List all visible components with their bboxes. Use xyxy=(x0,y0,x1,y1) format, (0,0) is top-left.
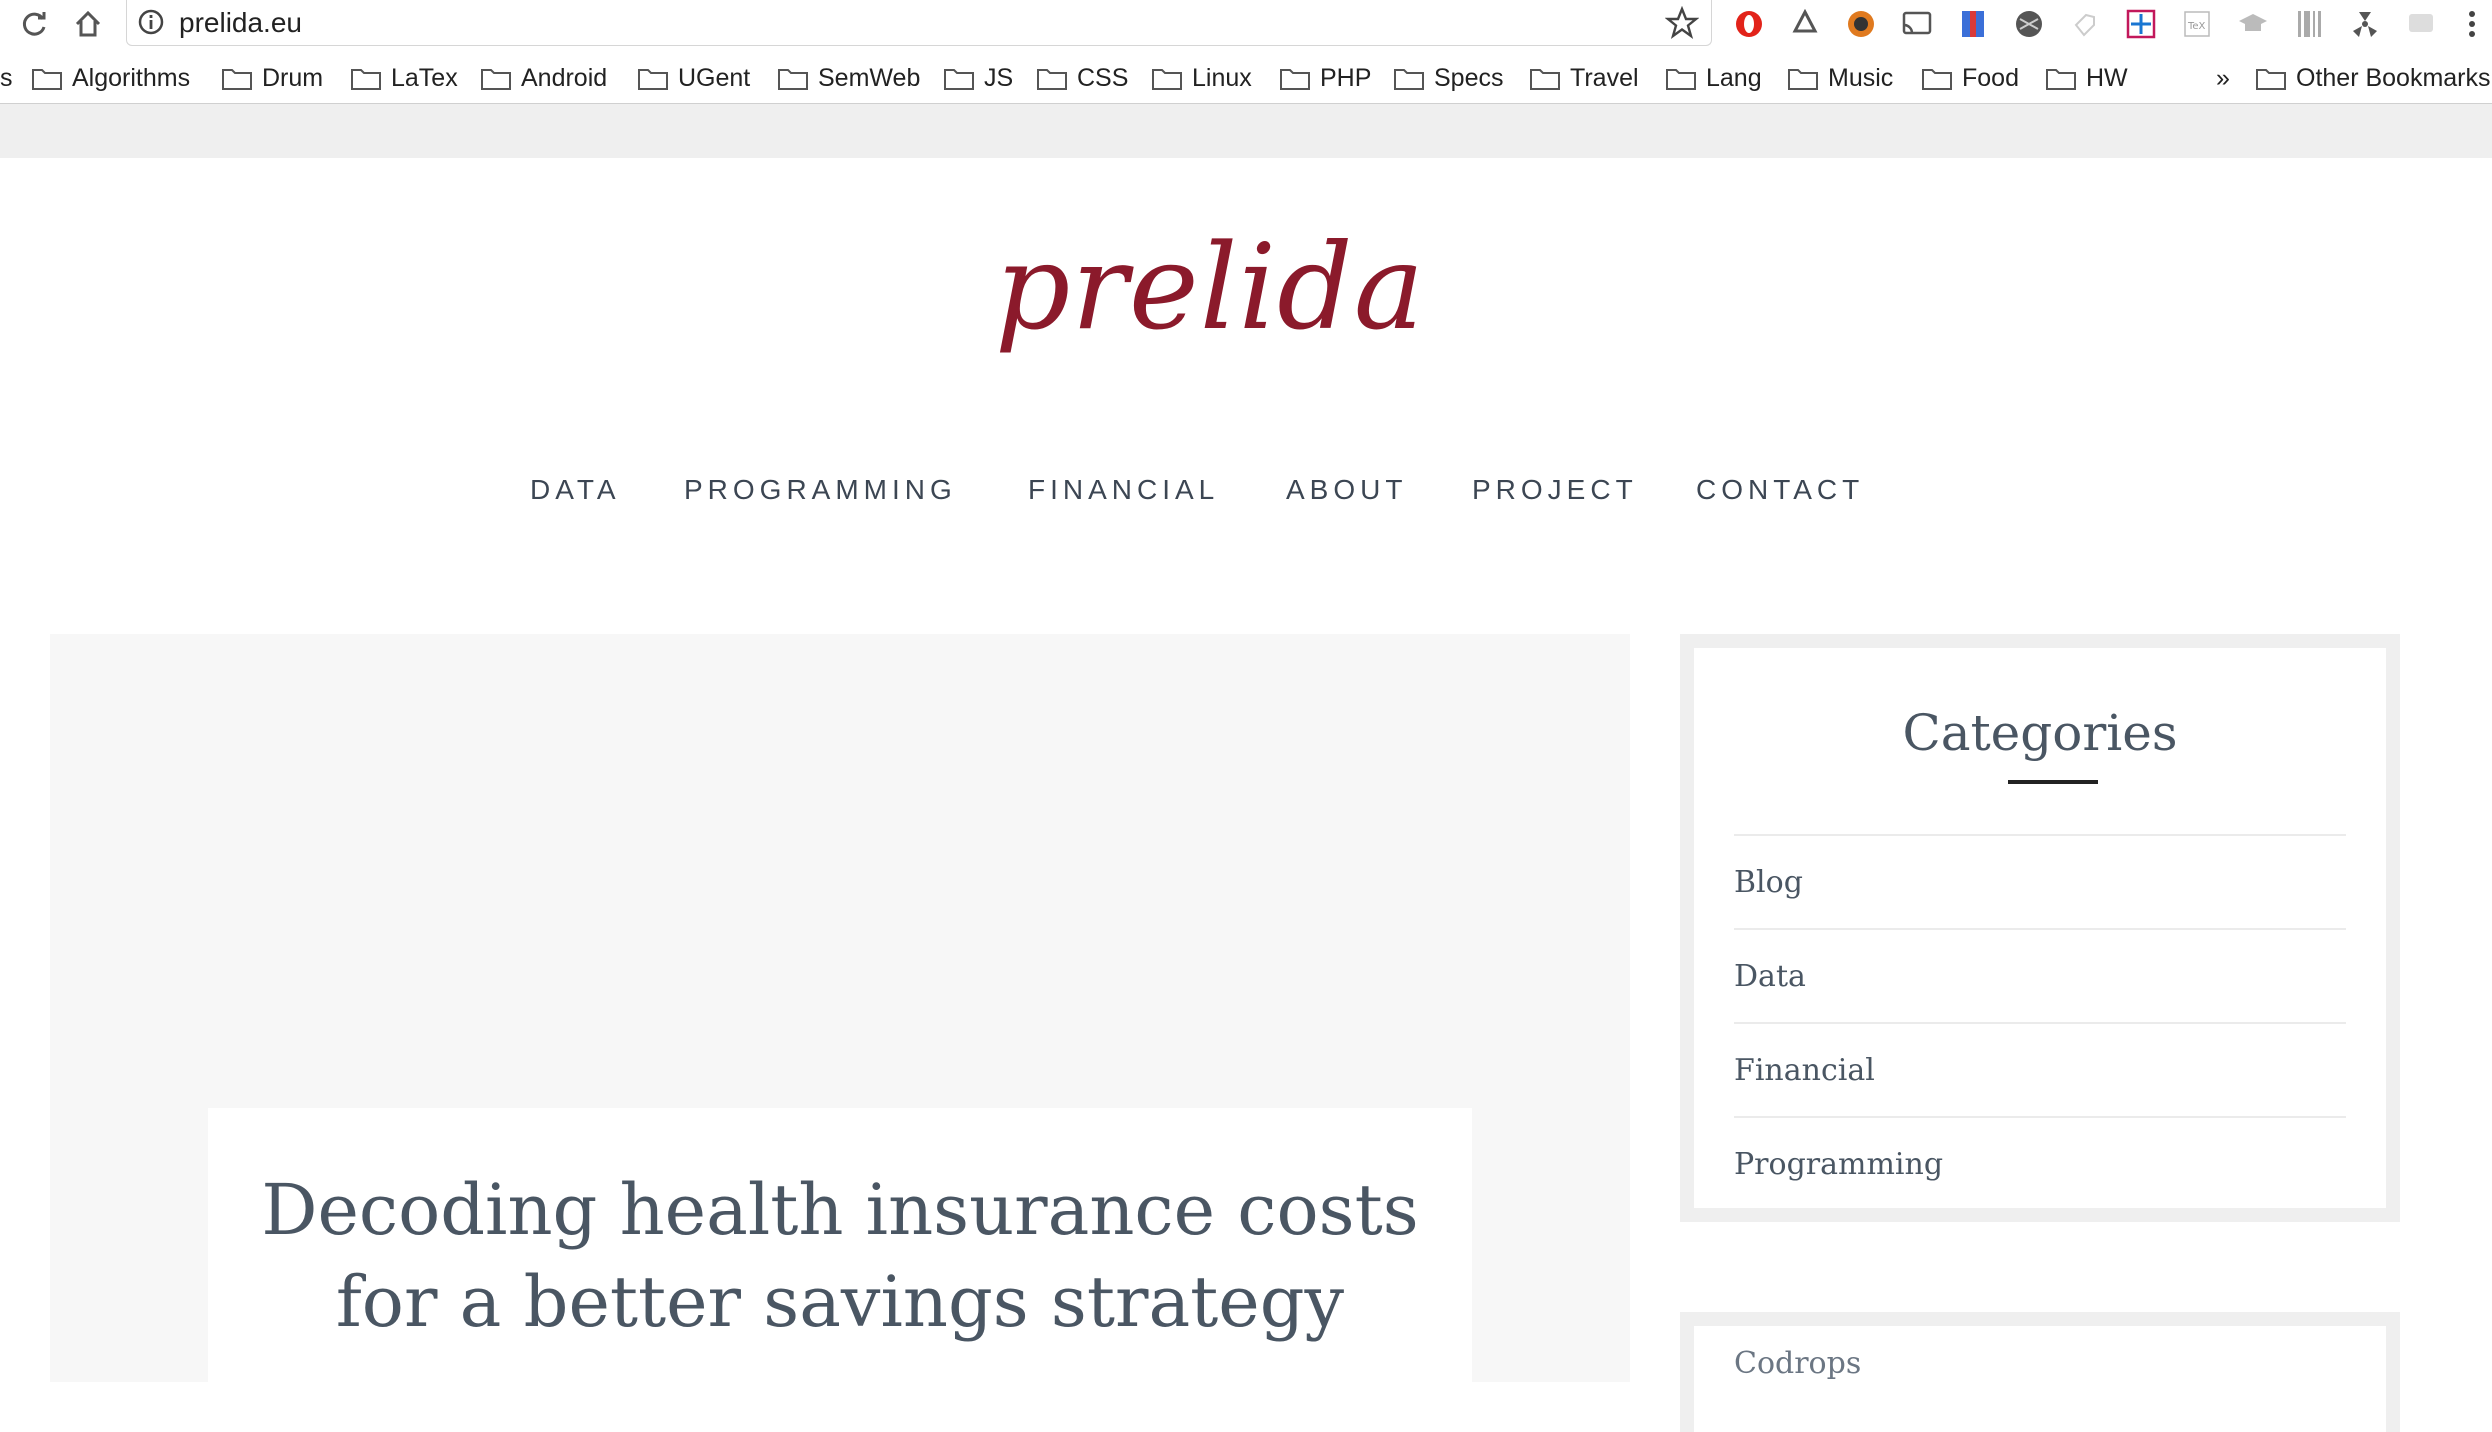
bookmark-folder[interactable]: Drum xyxy=(222,56,323,100)
category-blog[interactable]: Blog xyxy=(1734,834,2346,928)
barcode-icon[interactable] xyxy=(2292,7,2326,41)
bookmarks-more-chevron[interactable]: » xyxy=(2216,56,2230,100)
nav-about[interactable]: ABOUT xyxy=(1286,474,1407,506)
bookmark-star-icon[interactable] xyxy=(1664,5,1700,40)
home-icon[interactable] xyxy=(68,4,108,44)
info-icon[interactable] xyxy=(137,8,165,36)
folder-icon xyxy=(1922,69,1952,90)
title-underline xyxy=(2008,780,2098,784)
nav-financial[interactable]: FINANCIAL xyxy=(1028,474,1219,506)
bookmark-folder[interactable]: Algorithms xyxy=(32,56,190,100)
bookmark-folder[interactable]: Lang xyxy=(1666,56,1762,100)
bookmark-overflow-left[interactable]: s xyxy=(0,56,13,100)
folder-icon xyxy=(638,69,668,90)
tex-icon[interactable]: TeX xyxy=(2180,7,2214,41)
folder-icon xyxy=(778,69,808,90)
folder-icon xyxy=(2256,69,2286,90)
opera-ext-icon[interactable] xyxy=(1732,7,1766,41)
folder-icon xyxy=(1280,69,1310,90)
menu-kebab-icon[interactable] xyxy=(2462,6,2482,42)
bookmark-folder[interactable]: Linux xyxy=(1152,56,1252,100)
folder-icon xyxy=(222,69,252,90)
folder-icon xyxy=(1788,69,1818,90)
category-financial[interactable]: Financial xyxy=(1734,1022,2346,1116)
site-logo[interactable]: prelida xyxy=(0,218,2420,356)
bookmark-folder[interactable]: UGent xyxy=(638,56,750,100)
categories-title: Categories xyxy=(1902,704,2178,762)
recycle-icon[interactable] xyxy=(1788,7,1822,41)
bookmark-folder[interactable]: Food xyxy=(1922,56,2019,100)
codrops-widget: Codrops xyxy=(1680,1312,2400,1432)
folder-icon xyxy=(1394,69,1424,90)
nav-contact[interactable]: CONTACT xyxy=(1696,474,1864,506)
screen-icon[interactable] xyxy=(2404,7,2438,41)
globe-icon[interactable] xyxy=(2012,7,2046,41)
other-bookmarks[interactable]: Other Bookmarks xyxy=(2256,56,2491,100)
browser-toolbar: prelida.eu TeX xyxy=(0,0,2492,46)
url-text[interactable]: prelida.eu xyxy=(179,6,302,40)
category-data[interactable]: Data xyxy=(1734,928,2346,1022)
folder-icon xyxy=(1152,69,1182,90)
reload-icon[interactable] xyxy=(14,4,54,44)
bookmarks-bar: s Algorithms Drum LaTex Android UGent Se… xyxy=(0,56,2492,100)
category-programming[interactable]: Programming xyxy=(1734,1116,2346,1210)
folder-icon xyxy=(944,69,974,90)
post-title[interactable]: Decoding health insurance costs for a be… xyxy=(238,1164,1442,1348)
bookmark-folder[interactable]: Travel xyxy=(1530,56,1639,100)
bookmark-folder[interactable]: HW xyxy=(2046,56,2128,100)
bookmark-folder[interactable]: PHP xyxy=(1280,56,1371,100)
bookmark-folder[interactable]: SemWeb xyxy=(778,56,920,100)
bookmark-folder[interactable]: Music xyxy=(1788,56,1893,100)
codrops-title[interactable]: Codrops xyxy=(1734,1346,1861,1381)
bookmark-folder[interactable]: Specs xyxy=(1394,56,1503,100)
radiation-icon[interactable] xyxy=(2348,7,2382,41)
folder-icon xyxy=(481,69,511,90)
bookmark-folder[interactable]: CSS xyxy=(1037,56,1128,100)
cast-icon[interactable] xyxy=(1900,7,1934,41)
bookmark-ext-icon[interactable] xyxy=(1956,7,1990,41)
move-icon[interactable] xyxy=(2124,7,2158,41)
folder-icon xyxy=(351,69,381,90)
folder-icon xyxy=(1530,69,1560,90)
bookmark-folder[interactable]: Android xyxy=(481,56,607,100)
nav-project[interactable]: PROJECT xyxy=(1472,474,1638,506)
svg-text:TeX: TeX xyxy=(2187,21,2206,32)
post-card: Decoding health insurance costs for a be… xyxy=(208,1108,1472,1382)
graduation-cap-icon[interactable] xyxy=(2236,7,2270,41)
categories-list: Blog Data Financial Programming xyxy=(1734,834,2346,1210)
tag-icon[interactable] xyxy=(2068,7,2102,41)
bookmark-folder[interactable]: JS xyxy=(944,56,1013,100)
site-nav: DATA PROGRAMMING FINANCIAL ABOUT PROJECT… xyxy=(0,474,2492,514)
chrome-gap xyxy=(0,104,2492,158)
address-bar[interactable]: prelida.eu xyxy=(126,0,1712,46)
bookmark-folder[interactable]: LaTex xyxy=(351,56,458,100)
folder-icon xyxy=(1037,69,1067,90)
extension-icons: TeX xyxy=(1732,4,2460,44)
coin-icon[interactable] xyxy=(1844,7,1878,41)
nav-data[interactable]: DATA xyxy=(530,474,621,506)
folder-icon xyxy=(32,69,62,90)
nav-programming[interactable]: PROGRAMMING xyxy=(684,474,957,506)
categories-widget: Categories Blog Data Financial Programmi… xyxy=(1680,634,2400,1222)
folder-icon xyxy=(1666,69,1696,90)
folder-icon xyxy=(2046,69,2076,90)
